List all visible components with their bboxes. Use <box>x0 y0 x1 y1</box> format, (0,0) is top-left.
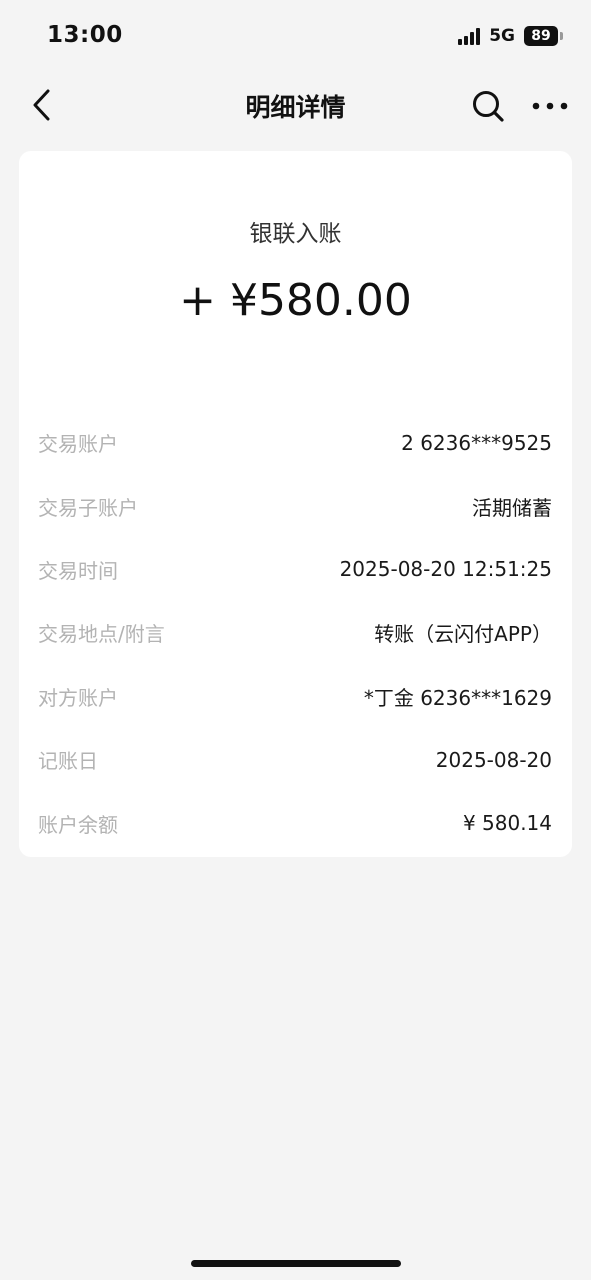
detail-label: 对方账户 <box>38 685 118 710</box>
detail-value: 2 6236***9525 <box>401 430 552 455</box>
detail-row-sub-account: 交易子账户 活期储蓄 <box>38 474 552 537</box>
status-bar: 13:00 5G 89 <box>0 0 591 76</box>
detail-row-counterparty: 对方账户 *丁金 6236***1629 <box>38 665 552 728</box>
detail-value: *丁金 6236***1629 <box>363 685 552 710</box>
detail-value: 活期储蓄 <box>472 495 552 520</box>
detail-row-time: 交易时间 2025-08-20 12:51:25 <box>38 538 552 601</box>
detail-row-booking-date: 记账日 2025-08-20 <box>38 728 552 791</box>
transaction-type: 银联入账 <box>249 221 342 247</box>
transaction-card: 银联入账 + ¥580.00 交易账户 2 6236***9525 交易子账户 … <box>19 151 572 857</box>
status-time: 13:00 <box>47 22 123 48</box>
status-indicators: 5G 89 <box>458 26 563 46</box>
nav-bar: 明细详情 <box>0 76 591 134</box>
battery-icon: 89 <box>524 26 563 46</box>
battery-level: 89 <box>524 26 558 46</box>
more-icon[interactable] <box>528 88 572 124</box>
detail-label: 交易账户 <box>38 432 118 457</box>
network-type: 5G <box>489 26 515 46</box>
detail-value: 2025-08-20 12:51:25 <box>339 557 552 582</box>
detail-row-balance: 账户余额 ¥ 580.14 <box>38 791 552 854</box>
detail-label: 记账日 <box>38 749 98 774</box>
detail-label: 交易子账户 <box>38 495 138 520</box>
detail-label: 账户余额 <box>38 812 118 837</box>
search-icon[interactable] <box>468 86 508 126</box>
transaction-amount: + ¥580.00 <box>179 275 412 326</box>
battery-cap <box>560 32 563 40</box>
signal-icon <box>458 27 481 45</box>
detail-value: ¥ 580.14 <box>462 811 552 836</box>
detail-label: 交易地点/附言 <box>38 622 165 647</box>
detail-row-account: 交易账户 2 6236***9525 <box>38 411 552 474</box>
home-indicator[interactable] <box>191 1260 401 1267</box>
detail-value: 转账（云闪付APP） <box>374 622 552 647</box>
detail-row-location: 交易地点/附言 转账（云闪付APP） <box>38 601 552 664</box>
detail-value: 2025-08-20 <box>435 747 552 772</box>
detail-label: 交易时间 <box>38 558 118 583</box>
detail-list: 交易账户 2 6236***9525 交易子账户 活期储蓄 交易时间 2025-… <box>38 411 552 855</box>
